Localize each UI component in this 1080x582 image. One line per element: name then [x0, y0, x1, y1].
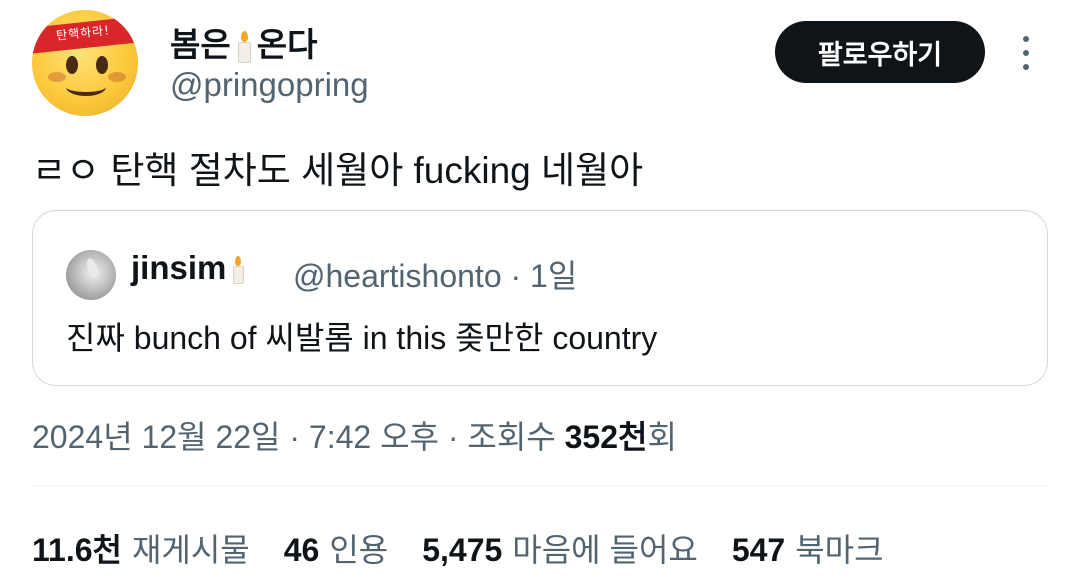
tweet-datetime[interactable]: 2024년 12월 22일 · 7:42 오후 · 조회수 — [32, 419, 565, 455]
stat-bookmarks[interactable]: 547 북마크 — [732, 525, 884, 571]
follow-button[interactable]: 팔로우하기 — [775, 21, 985, 83]
tweet-meta: 2024년 12월 22일 · 7:42 오후 · 조회수 352천회 — [32, 412, 677, 458]
quote-author-handle-time: @heartishonto · 1일 — [293, 258, 578, 294]
author-handle[interactable]: @pringopring — [170, 66, 369, 104]
candle-emoji-icon — [232, 256, 245, 285]
stat-quotes[interactable]: 46 인용 — [284, 525, 388, 571]
divider — [32, 485, 1048, 486]
more-icon[interactable] — [1017, 36, 1035, 70]
stat-label: 마음에 들어요 — [512, 532, 698, 568]
display-name-part1: 봄은 — [170, 26, 231, 63]
avatar-mouth — [66, 78, 106, 96]
author-display-name[interactable]: 봄은 온다 — [170, 18, 317, 66]
quote-text: 진짜 bunch of 씨발롬 in this 좆만한 country — [66, 320, 658, 356]
quote-author-name[interactable]: jinsim — [131, 249, 250, 287]
views-suffix: 회 — [647, 419, 677, 455]
stat-label: 인용 — [329, 532, 389, 568]
quote-author-avatar[interactable] — [66, 250, 116, 300]
stat-value: 46 — [283, 532, 320, 568]
stat-value: 11.6천 — [32, 532, 122, 568]
stat-value: 5,475 — [422, 532, 503, 568]
quoted-tweet[interactable]: jinsim @heartishonto · 1일 진짜 bunch of 씨발… — [32, 210, 1048, 386]
stat-reposts[interactable]: 11.6천 재게시물 — [32, 525, 250, 571]
author-avatar[interactable]: 탄핵하라! — [32, 10, 138, 116]
avatar-eye-left — [66, 56, 78, 74]
views-count: 352천 — [564, 419, 648, 455]
avatar-eye-right — [96, 56, 108, 74]
stat-label: 재게시물 — [131, 532, 250, 568]
display-name-part2: 온다 — [256, 26, 318, 63]
stat-likes[interactable]: 5,475 마음에 들어요 — [422, 525, 698, 571]
avatar-blush-left — [48, 72, 66, 82]
candle-emoji-icon — [237, 31, 251, 64]
quote-author-name-text: jinsim — [131, 249, 227, 286]
engagement-stats: 11.6천 재게시물 46 인용 5,475 마음에 들어요 547 북마크 — [32, 525, 884, 571]
stat-value: 547 — [731, 532, 786, 568]
avatar-blush-right — [108, 72, 126, 82]
tweet-text: ㄹㅇ 탄핵 절차도 세월아 fucking 네월아 — [32, 150, 644, 191]
stat-label: 북마크 — [795, 532, 884, 568]
